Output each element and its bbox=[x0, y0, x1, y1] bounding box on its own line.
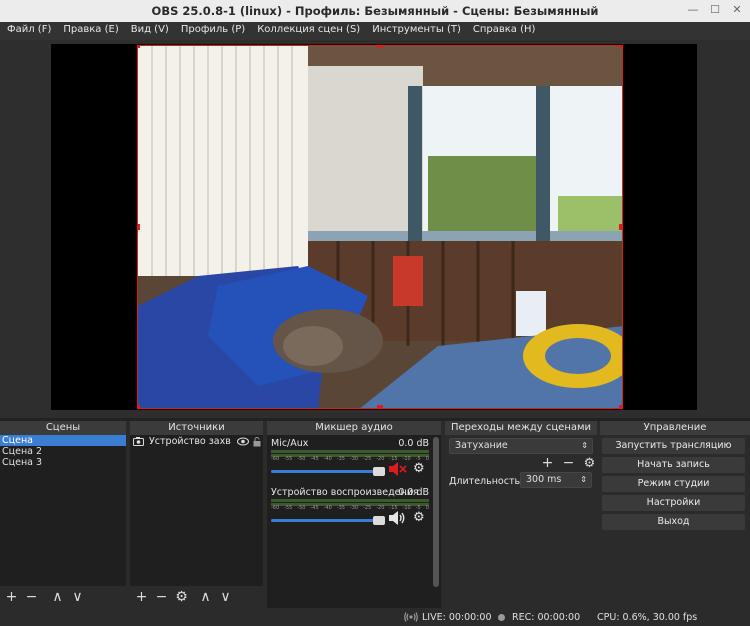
volume-knob[interactable] bbox=[373, 516, 385, 525]
menu-edit[interactable]: Правка (E) bbox=[56, 22, 123, 40]
exit-button[interactable]: Выход bbox=[602, 514, 745, 530]
move-down-icon[interactable]: ∨ bbox=[69, 589, 86, 606]
add-source-icon[interactable]: + bbox=[133, 589, 150, 606]
start-streaming-button[interactable]: Запустить трансляцию bbox=[602, 438, 745, 454]
remove-source-icon[interactable]: − bbox=[153, 589, 170, 606]
mixer-channel: Устройство воспроизведения 0.0 dB -60 -55… bbox=[271, 487, 429, 531]
menu-tools[interactable]: Инструменты (T) bbox=[365, 22, 466, 40]
level-meter bbox=[271, 499, 429, 502]
add-scene-icon[interactable]: + bbox=[3, 589, 20, 606]
sources-title: Источники bbox=[130, 421, 263, 435]
window-title: OBS 25.0.8-1 (linux) - Профиль: Безымянн… bbox=[151, 4, 599, 18]
source-item[interactable]: Устройство захв bbox=[130, 435, 263, 448]
chevron-updown-icon: ⇕ bbox=[581, 441, 588, 450]
move-down-icon[interactable]: ∨ bbox=[217, 589, 234, 606]
gear-icon[interactable]: ⚙ bbox=[413, 461, 425, 476]
channel-name: Mic/Aux bbox=[271, 438, 309, 449]
rec-timer: REC: 00:00:00 bbox=[512, 612, 581, 623]
scene-item[interactable]: Сцена 2 bbox=[0, 446, 126, 457]
camera-icon bbox=[133, 437, 144, 446]
transitions-title: Переходы между сценами bbox=[445, 421, 597, 435]
volume-slider[interactable] bbox=[271, 467, 385, 476]
resize-handle[interactable] bbox=[377, 405, 383, 408]
settings-button[interactable]: Настройки bbox=[602, 495, 745, 511]
sources-list: Устройство захв bbox=[130, 435, 263, 586]
speaker-icon[interactable] bbox=[389, 511, 407, 525]
move-up-icon[interactable]: ∧ bbox=[197, 589, 214, 606]
scenes-toolbar: + − ∧ ∨ bbox=[0, 586, 126, 608]
channel-level: 0.0 dB bbox=[398, 438, 429, 449]
channel-level: 0.0 dB bbox=[398, 487, 429, 498]
menu-file[interactable]: Файл (F) bbox=[0, 22, 56, 40]
broadcast-icon bbox=[404, 612, 418, 622]
mixer-channel: Mic/Aux 0.0 dB -60 -55 -50 -45 -40 -35 -30 -25-… bbox=[271, 438, 429, 482]
resize-handle[interactable] bbox=[619, 46, 622, 48]
status-bar: LIVE: 00:00:00 REC: 00:00:00 CPU: 0.6%, … bbox=[0, 608, 750, 626]
menu-view[interactable]: Вид (V) bbox=[124, 22, 174, 40]
gear-icon[interactable]: ⚙ bbox=[581, 455, 598, 472]
source-name: Устройство захв bbox=[149, 436, 231, 447]
menu-help[interactable]: Справка (H) bbox=[466, 22, 541, 40]
controls-title: Управление bbox=[600, 421, 750, 435]
preview-area bbox=[0, 40, 750, 418]
record-dot-icon bbox=[498, 614, 505, 621]
mixer-title: Микшер аудио bbox=[267, 421, 441, 435]
scene-item[interactable]: Сцена 3 bbox=[0, 457, 126, 468]
scene-item[interactable]: Сцена bbox=[0, 435, 126, 446]
window-titlebar: OBS 25.0.8-1 (linux) - Профиль: Безымянн… bbox=[0, 0, 750, 22]
volume-knob[interactable] bbox=[373, 467, 385, 476]
menu-scene-collection[interactable]: Коллекция сцен (S) bbox=[250, 22, 365, 40]
speaker-muted-icon[interactable] bbox=[389, 462, 407, 476]
start-recording-button[interactable]: Начать запись bbox=[602, 457, 745, 473]
sources-toolbar: + − ⚙ ∧ ∨ bbox=[130, 586, 263, 608]
maximize-icon[interactable]: ☐ bbox=[708, 3, 722, 17]
duration-label: Длительность bbox=[449, 476, 521, 487]
preview-canvas[interactable] bbox=[51, 44, 697, 410]
camera-source-image[interactable] bbox=[137, 45, 623, 409]
camera-feed-picture bbox=[138, 46, 622, 408]
volume-slider[interactable] bbox=[271, 516, 385, 525]
close-icon[interactable]: ✕ bbox=[730, 3, 744, 17]
audio-mixer-dock: Микшер аудио Mic/Aux 0.0 dB -60 -55 -50 -45… bbox=[267, 421, 441, 608]
duration-value: 300 ms bbox=[526, 474, 562, 485]
remove-transition-icon[interactable]: − bbox=[560, 455, 577, 472]
channel-name: Устройство воспроизведения bbox=[271, 487, 419, 498]
sources-dock: Источники Устройство захв + − ⚙ ∧ ∨ bbox=[130, 421, 263, 608]
mixer-body: Mic/Aux 0.0 dB -60 -55 -50 -45 -40 -35 -30 -25-… bbox=[267, 435, 441, 608]
gear-icon[interactable]: ⚙ bbox=[173, 589, 190, 606]
move-up-icon[interactable]: ∧ bbox=[49, 589, 66, 606]
scenes-title: Сцены bbox=[0, 421, 126, 435]
resize-handle[interactable] bbox=[377, 46, 383, 48]
transitions-dock: Переходы между сценами Затухание ⇕ + − ⚙… bbox=[445, 421, 597, 608]
transition-select-value: Затухание bbox=[455, 440, 508, 451]
mixer-scrollbar[interactable] bbox=[433, 437, 439, 587]
resize-handle[interactable] bbox=[138, 224, 140, 230]
gear-icon[interactable]: ⚙ bbox=[413, 510, 425, 525]
live-timer: LIVE: 00:00:00 bbox=[422, 612, 492, 623]
studio-mode-button[interactable]: Режим студии bbox=[602, 476, 745, 492]
resize-handle[interactable] bbox=[138, 46, 140, 48]
resize-handle[interactable] bbox=[619, 405, 622, 408]
minimize-icon[interactable]: — bbox=[686, 3, 700, 17]
resize-handle[interactable] bbox=[619, 224, 622, 230]
scenes-dock: Сцены Сцена Сцена 2 Сцена 3 + − ∧ ∨ bbox=[0, 421, 126, 608]
remove-scene-icon[interactable]: − bbox=[23, 589, 40, 606]
transition-select[interactable]: Затухание ⇕ bbox=[449, 438, 593, 454]
cpu-status: CPU: 0.6%, 30.00 fps bbox=[597, 612, 698, 623]
controls-dock: Управление Запустить трансляцию Начать з… bbox=[600, 421, 750, 608]
spinner-arrows-icon: ⇕ bbox=[580, 475, 587, 484]
resize-handle[interactable] bbox=[138, 405, 140, 408]
duration-spinbox[interactable]: 300 ms ⇕ bbox=[520, 472, 592, 488]
menu-profile[interactable]: Профиль (P) bbox=[174, 22, 250, 40]
scenes-list: Сцена Сцена 2 Сцена 3 bbox=[0, 435, 126, 586]
add-transition-icon[interactable]: + bbox=[539, 455, 556, 472]
level-meter bbox=[271, 450, 429, 453]
unlock-icon[interactable] bbox=[253, 436, 261, 447]
eye-icon[interactable] bbox=[237, 437, 249, 446]
menu-bar: Файл (F) Правка (E) Вид (V) Профиль (P) … bbox=[0, 22, 750, 40]
